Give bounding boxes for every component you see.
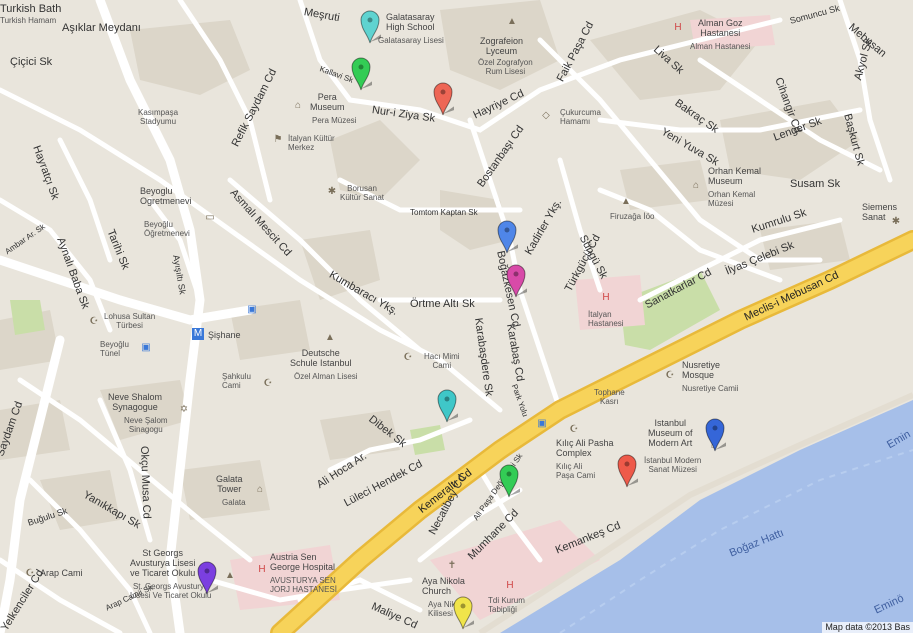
place-deutsche-tr: Özel Alman Lisesi (294, 372, 358, 381)
place-pera-tr: Pera Müzesi (312, 116, 357, 125)
map-attribution[interactable]: Map data ©2013 Bas (822, 622, 913, 633)
mosque-icon-sahkulu: ☪ (263, 378, 273, 389)
place-neve: Neve Shalom Synagogue (108, 392, 163, 412)
place-arap: Arap Cami (40, 568, 83, 578)
mosque-icon-arap: ☪ (25, 568, 35, 579)
place-orhan: Orhan Kemal Museum (708, 166, 762, 186)
marker-aya-nikola[interactable] (452, 595, 474, 631)
place-beyoglu-og-tr: Beyoğlu Öğretmenevi (144, 220, 190, 238)
map-canvas[interactable]: Kemeraltı Cd Meclis-i Mebusan Cd Refik S… (0, 0, 913, 633)
place-turkish-bath: Turkish Bath (0, 3, 62, 15)
place-austria-tr: AVUSTURYA SEN JORJ HASTANESİ (270, 576, 337, 594)
transit-icon-2: ▣ (247, 304, 257, 315)
museum-icon-galata: ⌂ (256, 484, 264, 495)
school-icon-deutsche: ▲ (325, 332, 335, 343)
synagogue-icon: ✡ (179, 404, 189, 415)
marker-bogazkesen-1[interactable] (496, 219, 518, 255)
lodging-icon: ▭ (205, 212, 215, 223)
place-haci-mimi: Hacı Mimi Cami (424, 352, 460, 370)
place-kilic-tr: Kılıç Ali Paşa Cami (556, 462, 596, 480)
hospital-icon-austria: H (258, 564, 266, 575)
art-icon-siemens: ✱ (891, 216, 901, 227)
school-icon: ▲ (507, 16, 517, 27)
place-neve-tr: Neve Şalom Sinagogu (124, 416, 168, 434)
marker-mumhane[interactable] (498, 463, 520, 499)
place-istanbul-modern-tr: İstanbul Modern Sanat Müzesi (644, 456, 702, 474)
place-alman-tr: Alman Hastanesi (690, 42, 751, 51)
place-zografeion-tr: Özel Zografyon Rum Lisesi (478, 58, 533, 76)
place-orhan-tr: Orhan Kemal Müzesi (708, 190, 756, 208)
church-icon: ✝ (447, 560, 457, 571)
place-galatasaray: Galatasaray High School (386, 12, 435, 32)
marker-st-georg[interactable] (196, 560, 218, 596)
place-galata-tr: Galata (222, 498, 246, 507)
mosque-icon-kilic: ☪ (569, 424, 579, 435)
place-austria: Austria Sen George Hospital (270, 552, 336, 572)
place-turkish-bath-tr: Turkish Hamam (0, 16, 57, 25)
place-italyan-hast: İtalyan Hastanesi (588, 310, 624, 328)
place-aya-nikola: Aya Nikola Church (422, 576, 465, 596)
street-label-tomtom: Tomtom Kaptan Sk (410, 208, 478, 217)
place-firuzaga: Firuzağa İöo (610, 212, 655, 221)
place-pera: Pera Museum (310, 92, 345, 112)
place-beyoglu-tunel: Beyoğlu Tünel (100, 340, 129, 358)
place-deutsche: Deutsche Schule Istanbul (290, 348, 352, 368)
art-icon: ✱ (327, 186, 337, 197)
museum-icon: ⌂ (294, 100, 302, 111)
marker-kallavi[interactable] (350, 56, 372, 92)
place-italyan-kultur: İtalyan Kültür Merkez (288, 134, 335, 152)
place-lohusa: Lohusa Sultan Türbesi (104, 312, 156, 330)
place-tdi: Tdi Kurum Tabipliği (488, 596, 525, 614)
street-label-okumusa: Okçu Musa Cd (138, 445, 153, 519)
place-nusretiye: Nusretiye Mosque (682, 360, 721, 380)
place-sishane: Şişhane (208, 330, 241, 340)
marker-modern-red[interactable] (616, 453, 638, 489)
marker-galatasaray[interactable] (359, 9, 381, 45)
transit-icon-3: ▣ (537, 418, 547, 429)
street-label-civici: Çiçici Sk (10, 56, 53, 68)
place-zografeion: Zografeion Lyceum (480, 36, 524, 56)
school-icon-st-georg: ▲ (225, 570, 235, 581)
place-alman: Alman Goz Hastanesi (698, 18, 743, 38)
place-galatasaray-tr: Galatasaray Lisesi (378, 36, 444, 45)
place-st-georg: St Georgs Avusturya Lisesi ve Ticaret Ok… (130, 548, 196, 578)
hospital-icon-italyan: H (602, 292, 610, 303)
marker-istanbul-modern[interactable] (704, 417, 726, 453)
street-label-asiklar: Aşıklar Meydanı (62, 22, 141, 34)
culture-icon: ⚑ (273, 134, 283, 145)
place-nusretiye-tr: Nusretiye Camii (682, 384, 739, 393)
place-istanbul-modern: Istanbul Museum of Modern Art (648, 418, 693, 448)
transit-icon: ▣ (141, 342, 151, 353)
place-galata: Galata Tower (216, 474, 243, 494)
mosque-icon-haci: ☪ (403, 352, 413, 363)
place-sahkulu: Şahkulu Cami (222, 372, 251, 390)
museum-icon-orhan: ⌂ (692, 180, 700, 191)
street-label-ortme: Örtme Altı Sk (410, 298, 475, 310)
hospital-icon: H (674, 22, 682, 33)
place-kilic: Kılıç Ali Pasha Complex (556, 438, 614, 458)
marker-lueleci[interactable] (436, 388, 458, 424)
marker-nur-ziya[interactable] (432, 81, 454, 117)
hospital-icon-tdi: H (506, 580, 514, 591)
place-beyoglu-og: Beyoglu Ogretmenevi (140, 186, 192, 206)
metro-icon: M (192, 328, 204, 340)
marker-bogazkesen-2[interactable] (505, 263, 527, 299)
school-icon-firuzaga: ▲ (621, 196, 631, 207)
street-label-susam: Susam Sk (790, 178, 841, 190)
mosque-icon-nusretiye: ☪ (665, 370, 675, 381)
mosque-icon-lohusa: ☪ (89, 316, 99, 327)
place-borusan: Borusan Kültür Sanat (340, 184, 385, 202)
place-kasimpasa: Kasımpaşa Stadyumu (138, 108, 179, 126)
bath-icon: ◇ (542, 110, 550, 121)
place-tophane: Tophane Kasrı (594, 388, 625, 406)
place-cukurcuma: Çukurcuma Hamamı (560, 108, 601, 126)
